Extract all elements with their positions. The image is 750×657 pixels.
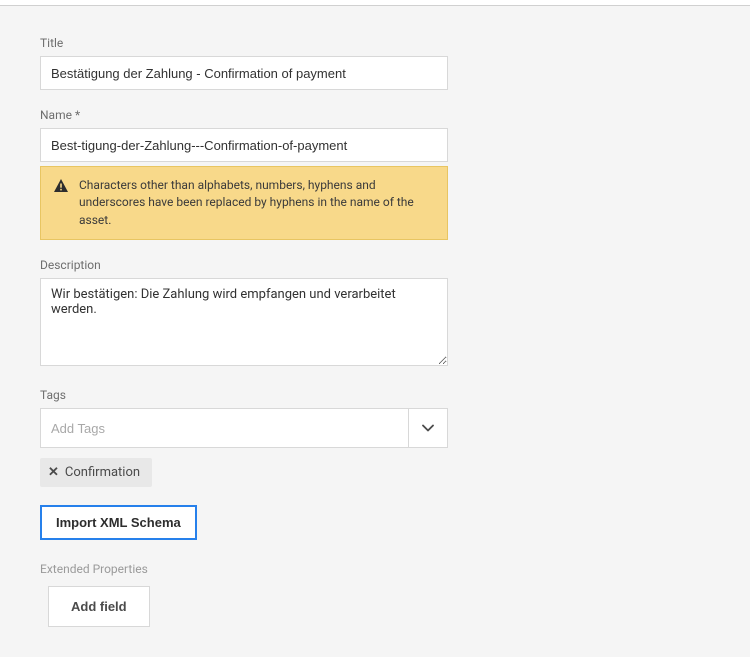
- title-field-group: Title: [40, 36, 710, 90]
- name-warning: Characters other than alphabets, numbers…: [40, 166, 448, 240]
- title-input[interactable]: [40, 56, 448, 90]
- import-xml-schema-button[interactable]: Import XML Schema: [40, 505, 197, 540]
- tags-field-group: Tags ✕ Confirmation: [40, 388, 710, 487]
- name-field-group: Name *: [40, 108, 710, 162]
- extended-properties-section: Extended Properties Add field: [40, 562, 710, 627]
- tags-dropdown-button[interactable]: [408, 408, 448, 448]
- name-input[interactable]: [40, 128, 448, 162]
- extended-properties-label: Extended Properties: [40, 562, 710, 576]
- tag-chip[interactable]: ✕ Confirmation: [40, 458, 152, 487]
- warning-icon: [53, 178, 69, 194]
- description-field-group: Description: [40, 258, 710, 370]
- title-label: Title: [40, 36, 710, 50]
- close-icon[interactable]: ✕: [48, 466, 59, 479]
- description-label: Description: [40, 258, 710, 272]
- description-input[interactable]: [40, 278, 448, 366]
- form-container: Title Name * Characters other than alpha…: [0, 6, 750, 657]
- tags-label: Tags: [40, 388, 710, 402]
- tags-input-wrapper: [40, 408, 448, 448]
- tags-input[interactable]: [40, 408, 408, 448]
- name-label: Name *: [40, 108, 710, 122]
- chevron-down-icon: [422, 421, 434, 436]
- import-section: Import XML Schema: [40, 505, 710, 552]
- tag-chip-label: Confirmation: [65, 465, 140, 480]
- add-field-button[interactable]: Add field: [48, 586, 150, 627]
- warning-text: Characters other than alphabets, numbers…: [79, 177, 435, 229]
- tag-chip-list: ✕ Confirmation: [40, 448, 710, 487]
